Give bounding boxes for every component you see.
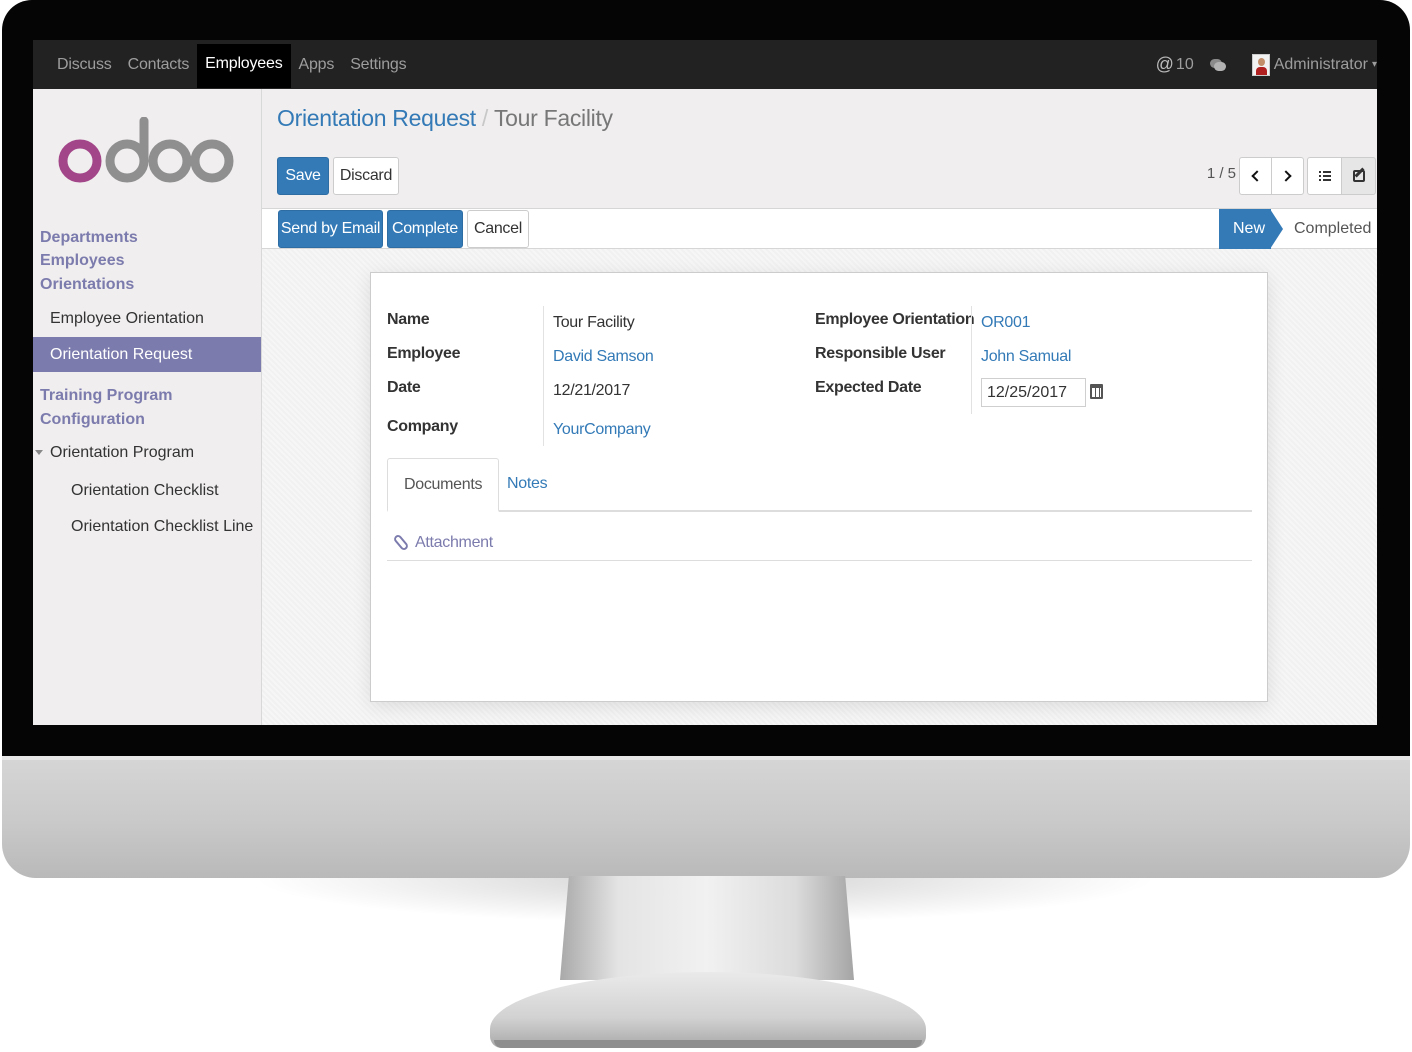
expected-date-label: Expected Date: [815, 379, 922, 396]
odoo-logo: [57, 116, 235, 198]
attachment-link[interactable]: Attachment: [415, 534, 493, 552]
mentions-count: 10: [1175, 55, 1194, 73]
sidebar-item-orientation-checklist-line[interactable]: Orientation Checklist Line: [33, 509, 261, 544]
sidebar-section-employees[interactable]: Employees: [40, 249, 124, 272]
notebook-tabs: Documents Notes: [387, 458, 1252, 512]
form-background: Name Tour Facility Employee David Samson…: [262, 249, 1377, 725]
discard-button[interactable]: Discard: [333, 157, 399, 195]
sidebar-item-employee-orientation[interactable]: Employee Orientation: [33, 301, 261, 336]
send-by-email-button[interactable]: Send by Email: [278, 210, 383, 248]
avatar: [1251, 53, 1270, 76]
user-name: Administrator: [1273, 55, 1368, 73]
app-menu: Discuss Contacts Employees Apps Settings: [49, 40, 414, 89]
sidebar-section-orientations[interactable]: Orientations: [40, 273, 134, 296]
menu-settings[interactable]: Settings: [342, 40, 414, 89]
save-button[interactable]: Save: [277, 157, 329, 195]
expected-date-input[interactable]: 12/25/2017: [981, 378, 1086, 407]
stage-new-arrow: [1270, 209, 1283, 249]
responsible-user-value[interactable]: John Samual: [981, 348, 1071, 366]
responsible-user-label: Responsible User: [815, 345, 946, 362]
complete-button[interactable]: Complete: [387, 210, 463, 248]
control-panel: Orientation Request / Tour Facility Save D…: [262, 89, 1377, 209]
stage-new[interactable]: New: [1219, 209, 1271, 249]
tab-documents[interactable]: Documents: [387, 458, 500, 512]
sidebar-section-configuration[interactable]: Configuration: [40, 408, 145, 431]
sidebar: Departments Employees Orientations Emplo…: [33, 89, 262, 725]
edit-icon: [1352, 170, 1365, 182]
list-view-button[interactable]: [1307, 157, 1342, 195]
pager-previous-button[interactable]: [1239, 157, 1272, 195]
cancel-button[interactable]: Cancel: [467, 210, 529, 248]
sidebar-section-departments[interactable]: Departments: [40, 226, 138, 249]
employee-label: Employee: [387, 345, 461, 362]
menu-contacts[interactable]: Contacts: [120, 40, 198, 89]
sidebar-section-training-program[interactable]: Training Program: [40, 384, 172, 407]
employee-value[interactable]: David Samson: [553, 348, 654, 366]
chat-icon[interactable]: [1209, 58, 1226, 71]
stage-completed[interactable]: Completed: [1294, 209, 1371, 249]
monitor-stand-base: [490, 972, 926, 1048]
screen: Discuss Contacts Employees Apps Settings…: [33, 40, 1377, 725]
sidebar-item-orientation-request[interactable]: Orientation Request: [33, 337, 261, 372]
column-divider-right: [971, 306, 972, 414]
breadcrumb: Orientation Request / Tour Facility: [277, 105, 613, 132]
top-navbar: Discuss Contacts Employees Apps Settings…: [33, 40, 1377, 89]
attachment-row: Attachment: [387, 525, 1252, 561]
menu-apps[interactable]: Apps: [291, 40, 343, 89]
pager-next-button[interactable]: [1271, 157, 1304, 195]
date-label: Date: [387, 379, 421, 396]
caret-down-icon: [35, 450, 43, 455]
paperclip-icon: [392, 533, 410, 552]
sidebar-item-orientation-checklist[interactable]: Orientation Checklist: [33, 473, 261, 508]
main-content: Orientation Request / Tour Facility Save D…: [262, 89, 1377, 725]
chevron-left-icon: [1251, 170, 1263, 182]
form-sheet: Name Tour Facility Employee David Samson…: [370, 272, 1268, 702]
user-menu[interactable]: Administrator ▾: [1251, 53, 1377, 76]
menu-discuss[interactable]: Discuss: [49, 40, 120, 89]
calendar-icon[interactable]: [1090, 384, 1103, 399]
menu-employees[interactable]: Employees: [197, 44, 291, 88]
form-statusbar: Send by Email Complete Cancel New Comple…: [262, 209, 1377, 249]
sidebar-group-label: Orientation Program: [50, 444, 195, 461]
date-value[interactable]: 12/21/2017: [553, 382, 630, 400]
at-icon: @: [1155, 54, 1174, 74]
name-value[interactable]: Tour Facility: [553, 314, 635, 332]
breadcrumb-current: Tour Facility: [493, 105, 613, 131]
breadcrumb-separator: /: [481, 105, 488, 131]
breadcrumb-parent[interactable]: Orientation Request: [277, 105, 476, 131]
sidebar-group-orientation-program[interactable]: Orientation Program: [33, 435, 261, 470]
monitor-stand-neck: [560, 876, 854, 980]
tab-notes[interactable]: Notes: [491, 458, 563, 512]
company-label: Company: [387, 418, 458, 435]
column-divider: [543, 306, 544, 446]
company-value[interactable]: YourCompany: [553, 421, 651, 439]
form-view-button[interactable]: [1341, 157, 1376, 195]
employee-orientation-value[interactable]: OR001: [981, 314, 1031, 332]
systray: @ 10 Administrator ▾: [1156, 40, 1377, 89]
employee-orientation-label: Employee Orientation: [815, 311, 975, 328]
mentions-button[interactable]: @ 10: [1156, 54, 1194, 75]
monitor-chin: [2, 756, 1410, 878]
list-icon: [1318, 171, 1331, 181]
name-label: Name: [387, 311, 430, 328]
chevron-right-icon: [1280, 170, 1292, 182]
caret-down-icon: ▾: [1371, 59, 1377, 70]
pager-value[interactable]: 1 / 5: [1207, 165, 1236, 182]
